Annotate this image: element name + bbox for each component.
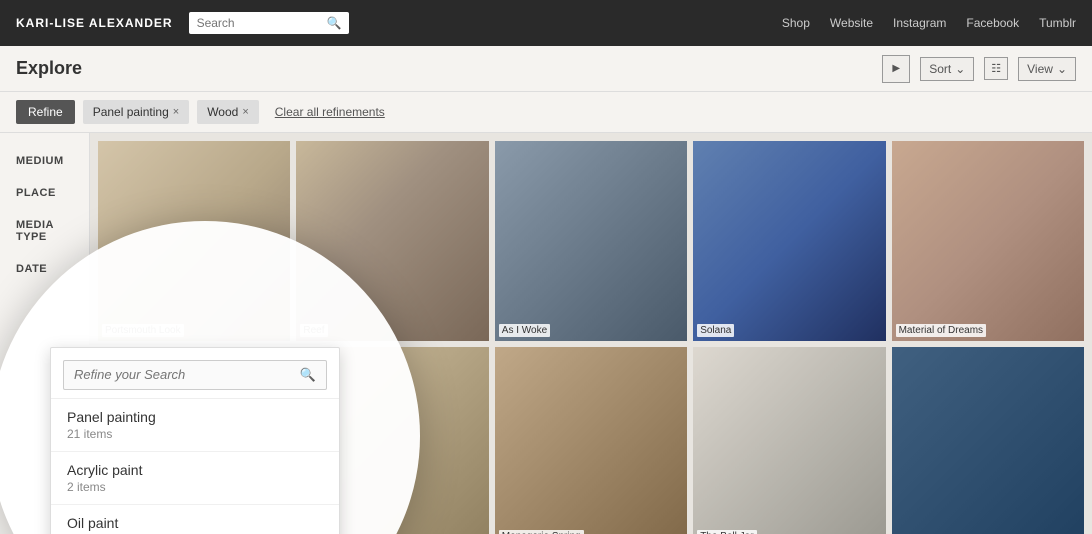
clear-all-link[interactable]: Clear all refinements	[275, 105, 385, 119]
nav-link-tumblr[interactable]: Tumblr	[1039, 16, 1076, 30]
filter-bar: Refine Panel painting × Wood × Clear all…	[0, 92, 1092, 133]
grid-item-9[interactable]	[892, 347, 1084, 534]
view-label: View	[1027, 62, 1053, 76]
filter-tag-remove-panel[interactable]: ×	[173, 106, 179, 118]
grid-item-7[interactable]: Menagerie Spring	[495, 347, 687, 534]
dropdown-content: Panel painting 21 items Acrylic paint 2 …	[51, 399, 339, 534]
view-button[interactable]: View ⌄	[1018, 57, 1076, 81]
filter-tag-remove-wood[interactable]: ×	[242, 106, 248, 118]
dropdown-item-count-1: 2 items	[67, 480, 323, 494]
sidebar-item-place[interactable]: PLACE	[0, 177, 89, 209]
dropdown-item-name-2: Oil paint	[67, 515, 323, 531]
play-button[interactable]: ▶	[882, 55, 910, 83]
filter-tag-label-wood: Wood	[207, 105, 238, 119]
dropdown-search-input[interactable]	[74, 367, 300, 382]
dropdown-search-inner[interactable]: 🔍	[63, 360, 327, 390]
explore-title: Explore	[16, 58, 82, 79]
main-content: MEDIUM PLACE MEDIA TYPE DATE Portsmouth …	[0, 133, 1092, 534]
dropdown-item-name-1: Acrylic paint	[67, 462, 323, 478]
top-nav: KARI-LISE ALEXANDER 🔍 Shop Website Insta…	[0, 0, 1092, 46]
filter-tag-label: Panel painting	[93, 105, 169, 119]
sort-label: Sort	[929, 62, 951, 76]
dropdown-item-name-0: Panel painting	[67, 409, 323, 425]
nav-link-shop[interactable]: Shop	[782, 16, 810, 30]
nav-search-input[interactable]	[197, 16, 327, 30]
nav-brand: KARI-LISE ALEXANDER	[16, 16, 173, 30]
sort-button[interactable]: Sort ⌄	[920, 57, 974, 81]
grid-item-4[interactable]: Material of Dreams	[892, 141, 1084, 341]
search-icon: 🔍	[327, 16, 342, 30]
search-icon: 🔍	[300, 367, 316, 383]
sidebar-item-media-type[interactable]: MEDIA TYPE	[0, 209, 89, 253]
nav-link-instagram[interactable]: Instagram	[893, 16, 946, 30]
filter-tag-wood[interactable]: Wood ×	[197, 100, 259, 124]
sort-chevron-icon: ⌄	[955, 62, 965, 76]
nav-search-box[interactable]: 🔍	[189, 12, 349, 34]
grid-item-3[interactable]: Solana	[693, 141, 885, 341]
sidebar-item-medium[interactable]: MEDIUM	[0, 145, 89, 177]
dropdown-item-count-0: 21 items	[67, 427, 323, 441]
grid-item-label-2: As I Woke	[499, 324, 550, 337]
view-chevron-icon: ⌄	[1057, 62, 1067, 76]
filter-tag-panel-painting[interactable]: Panel painting ×	[83, 100, 190, 124]
dropdown-search[interactable]: 🔍	[51, 348, 339, 399]
nav-link-website[interactable]: Website	[830, 16, 873, 30]
page-wrapper: KARI-LISE ALEXANDER 🔍 Shop Website Insta…	[0, 0, 1092, 534]
dropdown-item-acrylic-paint[interactable]: Acrylic paint 2 items	[51, 452, 339, 505]
dropdown-panel: 🔍 Panel painting 21 items Acrylic paint …	[50, 347, 340, 534]
nav-link-facebook[interactable]: Facebook	[966, 16, 1019, 30]
grid-item-label-4: Material of Dreams	[896, 324, 986, 337]
subheader-actions: ▶ Sort ⌄ ☷ View ⌄	[882, 55, 1076, 83]
grid-item-8[interactable]: The Bell Jar	[693, 347, 885, 534]
grid-item-label-8: The Bell Jar	[697, 530, 756, 534]
grid-item-label-7: Menagerie Spring	[499, 530, 584, 534]
grid-item-label-3: Solana	[697, 324, 734, 337]
dropdown-item-panel-painting[interactable]: Panel painting 21 items	[51, 399, 339, 452]
dropdown-item-oil-paint[interactable]: Oil paint 15 items	[51, 505, 339, 534]
grid-view-button[interactable]: ☷	[984, 57, 1008, 80]
grid-item-2[interactable]: As I Woke	[495, 141, 687, 341]
nav-links: Shop Website Instagram Facebook Tumblr	[782, 16, 1076, 30]
refine-button[interactable]: Refine	[16, 100, 75, 124]
subheader: Explore ▶ Sort ⌄ ☷ View ⌄	[0, 46, 1092, 92]
